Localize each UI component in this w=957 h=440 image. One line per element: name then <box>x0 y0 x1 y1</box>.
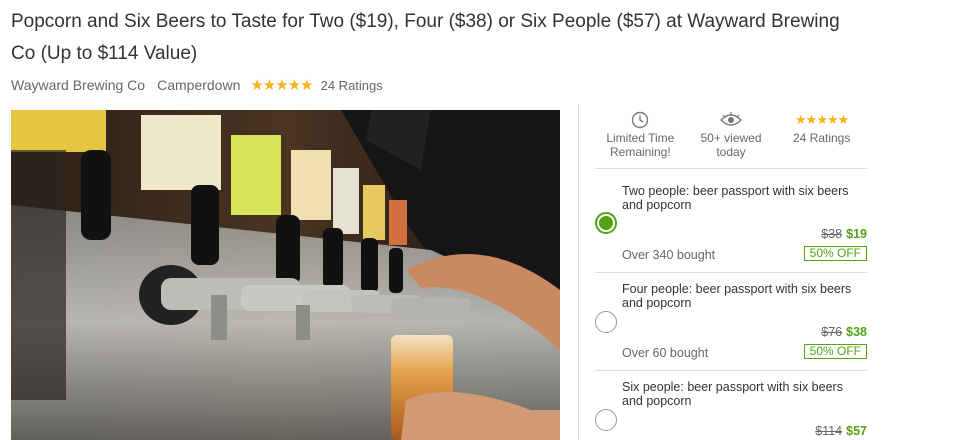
clock-icon <box>595 109 686 131</box>
deal-title: Popcorn and Six Beers to Taste for Two (… <box>11 11 840 64</box>
bought-count: Over 60 bought <box>622 346 709 360</box>
deal-badges: Limited Time Remaining! 50+ viewed today… <box>595 104 867 169</box>
rating-stars: ★★★★★ <box>250 77 313 94</box>
option-price: $76 $38 <box>821 325 867 339</box>
original-price: $76 <box>821 325 843 339</box>
sale-price: $57 <box>846 424 867 438</box>
location-link[interactable]: Camperdown <box>157 77 240 93</box>
discount-badge: 50% OFF <box>803 246 867 261</box>
beer-taps-image <box>11 110 560 440</box>
limited-time-line1: Limited Time <box>606 131 675 145</box>
option-price: $114 $57 <box>815 424 867 438</box>
limited-time-line2: Remaining! <box>609 145 671 159</box>
original-price: $114 <box>815 424 843 438</box>
badge-ratings-count: 24 Ratings <box>792 131 851 145</box>
option-name: Four people: beer passport with six beer… <box>622 282 852 310</box>
limited-time-badge: Limited Time Remaining! <box>595 104 686 168</box>
option-radio[interactable] <box>595 212 617 234</box>
deal-meta: Wayward Brewing Co Camperdown ★★★★★ 24 R… <box>11 76 383 94</box>
viewed-line2: today <box>716 145 746 159</box>
deal-option-four-people[interactable]: Four people: beer passport with six beer… <box>595 282 867 371</box>
deal-options-panel: Limited Time Remaining! 50+ viewed today… <box>578 104 868 440</box>
option-radio[interactable] <box>595 409 617 431</box>
badge-rating-stars: ★★★★★ <box>795 112 849 127</box>
option-name: Six people: beer passport with six beers… <box>622 380 843 408</box>
original-price: $38 <box>821 227 843 241</box>
eye-icon <box>686 109 777 131</box>
option-price: $38 $19 <box>821 227 867 241</box>
bought-count: Over 340 bought <box>622 248 716 262</box>
merchant-link[interactable]: Wayward Brewing Co <box>11 77 145 93</box>
sale-price: $19 <box>846 227 867 241</box>
discount-badge: 50% OFF <box>803 344 867 359</box>
sale-price: $38 <box>846 325 867 339</box>
deal-option-six-people[interactable]: Six people: beer passport with six beers… <box>595 380 867 440</box>
option-radio[interactable] <box>595 311 617 333</box>
viewed-line1: 50+ viewed <box>700 131 762 145</box>
deal-photo[interactable] <box>11 110 560 440</box>
ratings-badge[interactable]: ★★★★★ 24 Ratings <box>776 104 867 168</box>
deal-option-two-people[interactable]: Two people: beer passport with six beers… <box>595 184 867 273</box>
ratings-count-link[interactable]: 24 Ratings <box>321 78 383 93</box>
viewed-badge: 50+ viewed today <box>686 104 777 168</box>
option-name: Two people: beer passport with six beers… <box>622 184 849 212</box>
